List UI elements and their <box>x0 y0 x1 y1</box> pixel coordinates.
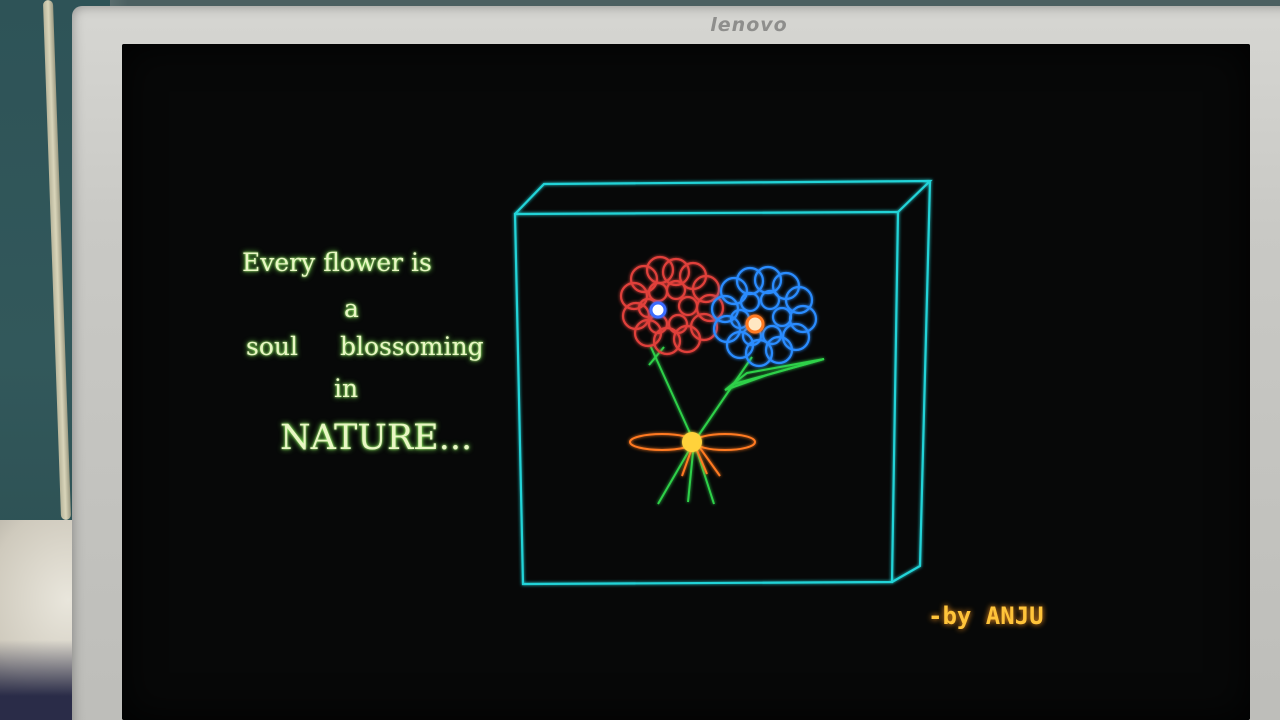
ribbon-knot <box>682 432 702 452</box>
signature: -by ANJU <box>928 602 1044 630</box>
stems <box>648 344 753 505</box>
box-top-face <box>514 179 933 215</box>
brand-logo: lenovo <box>710 14 788 36</box>
blue-flower-center <box>745 314 765 334</box>
monitor-screen: Every flower is a soul blossoming in NAT… <box>122 44 1250 720</box>
flower-artwork <box>513 179 933 586</box>
red-flower-center <box>649 301 667 319</box>
box-front-face <box>513 210 900 586</box>
blue-flower-icon <box>710 265 818 368</box>
photo-scene: lenovo Every flower is a soul blossoming… <box>0 0 1280 720</box>
box-icon <box>513 179 933 586</box>
red-flower-icon <box>619 255 725 356</box>
